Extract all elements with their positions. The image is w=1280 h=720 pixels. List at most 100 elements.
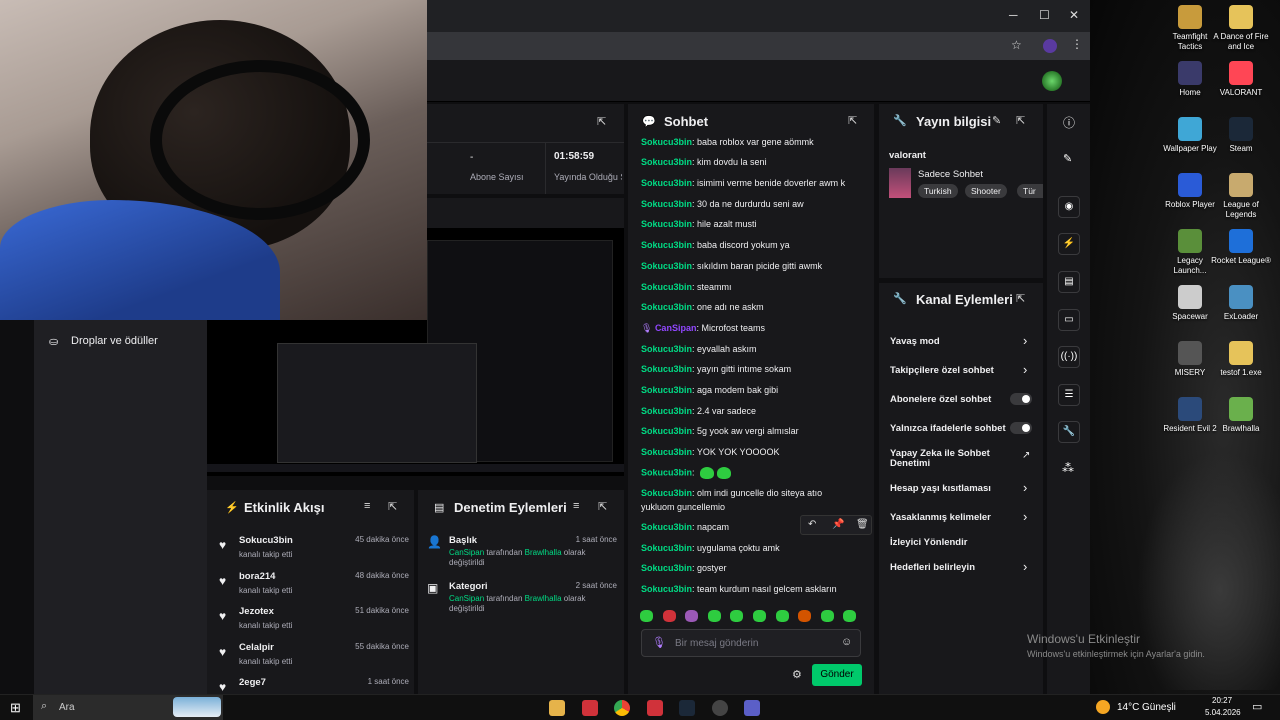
filter-icon[interactable]: ≡ — [573, 500, 579, 512]
chat-username[interactable]: Sokucu3bin — [641, 199, 692, 209]
settings-gear-icon[interactable]: ⚙ — [792, 668, 802, 681]
address-bar[interactable]: ☆ ⋮ — [427, 32, 1090, 60]
chat-message[interactable]: Sokucu3bin: eyvallah askım — [641, 344, 757, 354]
desktop-shortcut[interactable]: Brawlhalla — [1211, 397, 1271, 434]
tag-chip[interactable]: Tür — [1017, 184, 1043, 198]
chat-message[interactable]: Sokucu3bin: steammı — [641, 282, 732, 292]
emote-icon[interactable] — [775, 610, 789, 622]
activity-item[interactable]: ♥ Celalpir kanalı takip etti 55 dakika önce — [219, 642, 409, 674]
app-shortcut-icon[interactable] — [1229, 61, 1253, 85]
channel-action-item[interactable]: Hesap yaşı kısıtlaması — [890, 483, 991, 494]
chat-message[interactable]: Sokucu3bin: gostyer — [641, 563, 727, 573]
channel-action-item[interactable]: Yavaş mod — [890, 336, 940, 347]
document-icon[interactable]: ▤ — [1058, 271, 1080, 293]
chat-message[interactable]: Sokucu3bin: 30 da ne durdurdu seni aw — [641, 199, 804, 209]
emote-icon[interactable] — [730, 610, 744, 622]
chat-username[interactable]: Sokucu3bin — [641, 467, 692, 477]
popout-icon[interactable]: ⇱ — [388, 500, 397, 513]
app-shortcut-icon[interactable] — [1229, 173, 1253, 197]
desktop-shortcut[interactable]: ExLoader — [1211, 285, 1271, 322]
chat-input[interactable]: Bir mesaj gönderin — [675, 638, 758, 649]
toggle-switch[interactable] — [1010, 422, 1032, 434]
info-icon[interactable]: ⓘ — [1063, 114, 1075, 131]
profile-avatar-icon[interactable] — [1043, 39, 1057, 53]
app-shortcut-icon[interactable] — [1229, 117, 1253, 141]
desktop-shortcut[interactable]: Steam — [1211, 117, 1271, 154]
activity-item[interactable]: ♥ Sokucu3bin kanalı takip etti 45 dakika ön… — [219, 535, 409, 567]
broadcast-icon[interactable]: ((·)) — [1058, 346, 1080, 368]
chevron-right-icon[interactable]: › — [1023, 333, 1027, 348]
chat-username[interactable]: Sokucu3bin — [641, 584, 692, 594]
chevron-right-icon[interactable]: › — [1023, 480, 1027, 495]
app-shortcut-icon[interactable] — [1178, 285, 1202, 309]
desktop-shortcut[interactable]: VALORANT — [1211, 61, 1271, 98]
app-shortcut-icon[interactable] — [1178, 61, 1202, 85]
chat-message[interactable]: Sokucu3bin: 2.4 var sadece — [641, 406, 756, 416]
chat-message[interactable]: Sokucu3bin: kim dovdu la seni — [641, 157, 767, 167]
chat-message[interactable]: Sokucu3bin: baba discord yokum ya — [641, 240, 790, 250]
channel-action-item[interactable]: Hedefleri belirleyin — [890, 562, 975, 573]
emote-icon[interactable] — [843, 610, 857, 622]
pencil-icon[interactable]: ✎ — [992, 114, 1001, 127]
chat-username[interactable]: Sokucu3bin — [641, 406, 692, 416]
recorder-icon[interactable] — [647, 700, 663, 716]
chat-username[interactable]: Sokucu3bin — [641, 219, 692, 229]
desktop-shortcut[interactable]: testof 1.exe — [1211, 341, 1271, 378]
chat-message[interactable]: Sokucu3bin: olm indi guncelle dio siteya… — [641, 488, 822, 498]
taskbar-search[interactable]: ⌕ Ara — [33, 695, 223, 720]
chat-username[interactable]: Sokucu3bin — [641, 385, 692, 395]
chat-message[interactable]: Sokucu3bin: uygulama çoktu amk — [641, 543, 780, 553]
wrench-icon[interactable]: 🔧 — [1058, 421, 1080, 443]
tag-chip[interactable]: Turkish — [918, 184, 958, 198]
chat-message[interactable]: Sokucu3bin: one adı ne askm — [641, 302, 764, 312]
chat-message[interactable]: Sokucu3bin: — [641, 467, 732, 479]
popout-icon[interactable]: ⇱ — [1016, 292, 1025, 305]
weather-desc[interactable]: Güneşli — [1142, 702, 1176, 713]
microphone-icon[interactable]: 🎙 — [652, 636, 666, 649]
chat-message[interactable]: Sokucu3bin: team kurdum nasıl gelcem ask… — [641, 584, 837, 594]
channel-action-item[interactable]: Yasaklanmış kelimeler — [890, 512, 991, 523]
desktop-shortcut[interactable]: Rocket League® — [1211, 229, 1271, 266]
weather-sun-icon[interactable] — [1096, 700, 1110, 714]
channel-action-item[interactable]: Yapay Zeka ile Sohbet Denetimi — [890, 449, 1005, 469]
sidebar-item-droplar[interactable]: Droplar ve ödüller — [71, 335, 158, 347]
clock-time[interactable]: 20:27 — [1212, 696, 1232, 705]
chat-input-box[interactable]: 🎙 Bir mesaj gönderin ☺ — [641, 629, 861, 657]
desktop-shortcut[interactable]: A Dance of Fire and Ice — [1211, 5, 1271, 52]
clock-date[interactable]: 5.04.2026 — [1205, 708, 1241, 717]
popout-icon[interactable]: ⇱ — [848, 114, 857, 127]
chat-username[interactable]: Sokucu3bin — [641, 344, 692, 354]
chat-username[interactable]: Sokucu3bin — [641, 178, 692, 188]
emote-icon[interactable] — [753, 610, 766, 622]
app-shortcut-icon[interactable] — [1229, 5, 1253, 29]
activity-user[interactable]: bora214 — [239, 571, 275, 582]
send-button[interactable]: Gönder — [812, 664, 862, 686]
chat-message[interactable]: Sokucu3bin: yayın gitti intıme sokam — [641, 364, 791, 374]
activity-item[interactable]: ♥ 2ege7 1 saat önce — [219, 677, 409, 694]
user-avatar[interactable] — [1042, 71, 1062, 91]
channel-action-item[interactable]: Abonelere özel sohbet — [890, 394, 991, 405]
desktop-shortcut[interactable]: League of Legends — [1211, 173, 1271, 220]
chat-message[interactable]: Sokucu3bin: baba roblox var gene aömmk — [641, 137, 814, 147]
lightning-icon[interactable]: ⚡ — [1058, 233, 1080, 255]
external-link-icon[interactable]: ↗ — [1022, 450, 1030, 461]
chevron-right-icon[interactable]: › — [1023, 362, 1027, 377]
app-shortcut-icon[interactable] — [1178, 173, 1202, 197]
activity-user[interactable]: Celalpir — [239, 642, 274, 653]
chat-username[interactable]: Sokucu3bin — [641, 137, 692, 147]
app-shortcut-icon[interactable] — [1178, 341, 1202, 365]
app-shortcut-icon[interactable] — [1229, 397, 1253, 421]
browser-menu-icon[interactable]: ⋮ — [1071, 37, 1083, 51]
pencil-icon[interactable]: ✎ — [1063, 152, 1072, 165]
emote-icon[interactable] — [640, 610, 653, 622]
undo-icon[interactable]: ↶ — [808, 519, 816, 530]
maximize-icon[interactable]: ☐ — [1039, 8, 1050, 22]
activity-user[interactable]: Sokucu3bin — [239, 535, 293, 546]
chat-message[interactable]: Sokucu3bin: 5g yook aw vergi almıslar — [641, 426, 799, 436]
chat-message[interactable]: Sokucu3bin: aga modem bak gibi — [641, 385, 778, 395]
chat-username[interactable]: Sokucu3bin — [641, 240, 692, 250]
app-icon[interactable] — [712, 700, 728, 716]
activity-user[interactable]: Jezotex — [239, 606, 274, 617]
emote-icon[interactable] — [685, 610, 699, 622]
app-shortcut-icon[interactable] — [1178, 229, 1202, 253]
